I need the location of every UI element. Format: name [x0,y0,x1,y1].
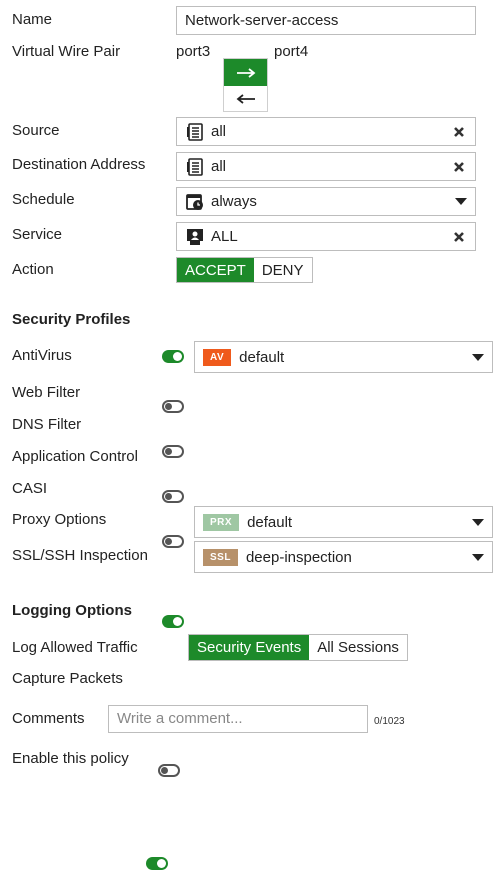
antivirus-toggle[interactable] [162,350,184,363]
destination-value: all [211,158,227,175]
service-icon [185,228,205,246]
service-field[interactable]: ALL [176,222,476,251]
ssl-badge: SSL [203,548,238,566]
security-events-button[interactable]: Security Events [189,635,310,660]
remove-source-icon[interactable] [451,124,467,140]
application-control-label: Application Control [12,448,138,465]
application-control-toggle[interactable] [162,490,184,503]
arrow-right-icon [236,67,255,78]
casi-toggle[interactable] [162,535,184,548]
log-allowed-traffic-label: Log Allowed Traffic [12,639,138,656]
dns-filter-label: DNS Filter [12,416,82,433]
arrow-left-icon [236,94,255,104]
action-deny-button[interactable]: DENY [254,258,312,282]
service-label: Service [12,226,63,243]
schedule-select[interactable]: always [176,187,476,216]
antivirus-profile-value: default [239,348,285,366]
log-mode-toggle-group: Security Events All Sessions [188,634,408,661]
antivirus-label: AntiVirus [12,347,72,364]
schedule-label: Schedule [12,191,75,208]
logging-options-title: Logging Options [12,602,132,619]
antivirus-profile-select[interactable]: AV default [194,341,493,373]
direction-left-button[interactable] [224,86,267,112]
proxy-badge: PRX [203,513,240,531]
chevron-down-icon [472,518,484,526]
action-label: Action [12,261,54,278]
enable-policy-label: Enable this policy [12,750,129,767]
ssl-inspection-value: deep-inspection [245,548,352,566]
casi-label: CASI [12,480,48,497]
direction-right-button[interactable] [224,59,267,86]
web-filter-label: Web Filter [12,384,81,401]
proxy-options-value: default [247,513,293,531]
destination-address-label: Destination Address [12,156,146,173]
chevron-down-icon [472,353,484,361]
chevron-down-icon [455,198,467,205]
web-filter-toggle[interactable] [162,400,184,413]
capture-packets-label: Capture Packets [12,670,123,687]
source-value: all [211,123,227,140]
name-input-value: Network-server-access [185,12,339,29]
all-sessions-button[interactable]: All Sessions [309,635,407,660]
comments-counter: 0/1023 [374,716,405,727]
proxy-options-label: Proxy Options [12,511,107,528]
dns-filter-toggle[interactable] [162,445,184,458]
address-list-icon [185,157,205,176]
source-label: Source [12,122,60,139]
remove-service-icon[interactable] [451,229,467,245]
security-profiles-title: Security Profiles [12,311,131,328]
capture-packets-toggle[interactable] [158,764,180,777]
ssl-inspection-label: SSL/SSH Inspection [12,547,148,564]
action-accept-button[interactable]: ACCEPT [177,258,254,282]
name-input[interactable]: Network-server-access [176,6,476,35]
comments-label: Comments [12,710,85,727]
remove-destination-icon[interactable] [451,159,467,175]
comments-textarea[interactable] [108,705,368,733]
antivirus-badge: AV [203,348,232,366]
address-list-icon [185,122,205,141]
source-field[interactable]: all [176,117,476,146]
action-toggle-group: ACCEPT DENY [176,257,313,283]
ssl-inspection-select[interactable]: SSL deep-inspection [194,541,493,573]
enable-policy-toggle[interactable] [146,857,168,870]
name-label: Name [12,11,53,28]
service-value: ALL [211,228,238,245]
virtual-wire-pair-label: Virtual Wire Pair [12,43,121,60]
port-left-label: port3 [176,43,211,60]
chevron-down-icon [472,553,484,561]
proxy-options-select[interactable]: PRX default [194,506,493,538]
direction-selector [223,58,268,112]
ssl-inspection-toggle[interactable] [162,615,184,628]
destination-field[interactable]: all [176,152,476,181]
schedule-clock-icon [185,193,205,211]
schedule-value: always [211,193,257,210]
port-right-label: port4 [274,43,309,60]
